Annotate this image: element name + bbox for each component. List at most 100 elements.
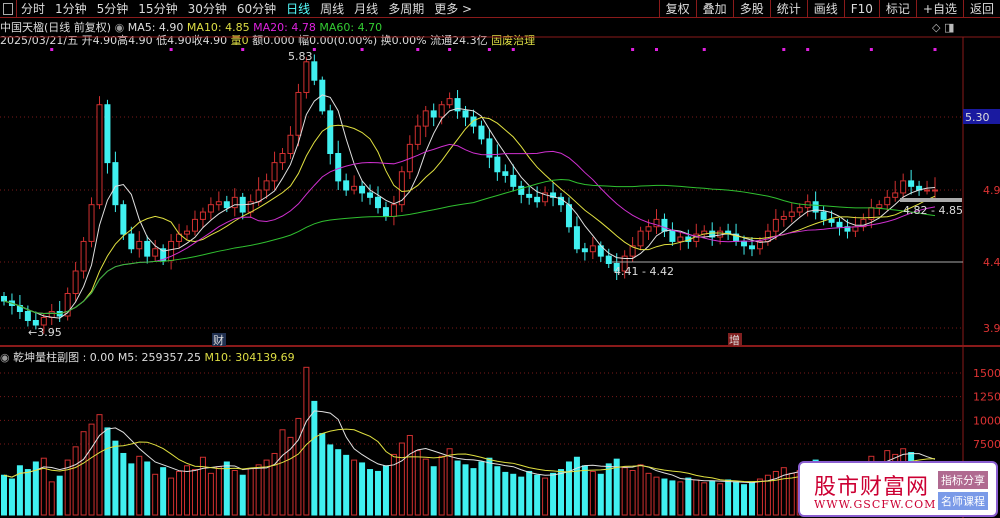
volume-bar	[653, 476, 660, 516]
volume-bar	[120, 452, 127, 516]
volume-bar	[191, 469, 198, 516]
candle-up	[446, 98, 453, 106]
volume-bar	[414, 450, 421, 516]
volume-bar	[526, 470, 533, 516]
event-mark-zeng: 增	[729, 333, 740, 347]
range-low-label: 4.41 - 4.42	[614, 265, 674, 278]
candle-down	[430, 110, 437, 118]
volume-bar	[231, 470, 238, 516]
volume-bar	[56, 475, 63, 516]
signal-dot	[631, 48, 635, 51]
candle-up	[414, 125, 421, 145]
candle-up	[876, 204, 883, 209]
candle-down	[382, 207, 389, 217]
volume-bar	[327, 444, 334, 516]
candle-up	[924, 189, 931, 192]
volume-bar	[550, 472, 557, 516]
vol-ma5-line	[3, 410, 936, 484]
volume-bar	[565, 461, 572, 516]
candle-up	[422, 110, 429, 127]
signal-dot	[806, 48, 810, 51]
signal-dot	[782, 48, 786, 51]
volume-axis-label: 7500	[973, 438, 1000, 451]
volume-bar	[518, 476, 525, 516]
volume-bar	[693, 479, 700, 516]
kline-chart[interactable]: 5.30 4.90 4.41 3.97 15000 12500 10000 7500 5.83 ←…	[0, 0, 1000, 518]
volume-bar	[494, 466, 501, 516]
candle-up	[271, 162, 278, 182]
candle-down	[565, 204, 572, 228]
volume-bar	[438, 455, 445, 516]
signal-dot	[702, 48, 706, 51]
candle-up	[207, 204, 214, 213]
volume-bar	[669, 480, 676, 516]
volume-bar	[80, 431, 87, 516]
watermark-name: 股市财富网	[814, 475, 930, 500]
indicator-name[interactable]: 乾坤量柱副图	[13, 351, 79, 364]
range-current-label: 4.82 - 4.85	[903, 204, 963, 217]
signal-dot	[360, 48, 364, 51]
candle-down	[534, 196, 541, 203]
volume-bar	[398, 442, 405, 516]
volume-bar	[184, 465, 191, 516]
volume-bar	[48, 481, 55, 516]
volume-bar	[1, 474, 7, 516]
candle-up	[263, 180, 270, 191]
candle-up	[199, 211, 206, 220]
volume-bar	[558, 469, 565, 516]
volume-bar	[295, 417, 302, 516]
candle-down	[104, 104, 111, 164]
candle-up	[184, 230, 191, 235]
candle-down	[669, 230, 676, 242]
signal-dot	[654, 48, 658, 51]
volume-bar	[351, 459, 358, 516]
candle-down	[335, 153, 342, 182]
candle-up	[191, 218, 198, 232]
volume-bar	[534, 474, 541, 516]
candle-up	[255, 189, 262, 203]
volume-bar	[160, 467, 167, 516]
candle-down	[1, 296, 7, 302]
volume-bar	[239, 474, 246, 516]
indicator-icon[interactable]: ◉	[0, 351, 10, 364]
candle-up	[287, 134, 294, 154]
signal-dot	[416, 48, 420, 51]
volume-bar	[589, 470, 596, 516]
volume-bar	[406, 434, 413, 516]
candle-down	[748, 245, 755, 250]
volume-axis-label: 10000	[973, 414, 1000, 427]
volume-bar	[454, 460, 461, 516]
signal-dot	[511, 48, 515, 51]
candle-up	[303, 61, 310, 93]
volume-bar	[247, 468, 254, 516]
vol-m5: M5: 259357.25	[117, 351, 201, 364]
volume-bar	[88, 423, 95, 516]
volume-bar	[72, 446, 79, 516]
volume-bar	[542, 477, 549, 516]
candle-up	[152, 248, 159, 257]
candle-down	[573, 226, 580, 250]
candle-down	[741, 240, 748, 247]
volume-bar	[136, 455, 143, 516]
volume-bar	[709, 480, 716, 516]
high-price-label: 5.83	[288, 50, 313, 63]
vol-m10: M10: 304139.69	[204, 351, 295, 364]
price-axis-label: 5.30	[965, 111, 990, 124]
volume-bar	[645, 472, 652, 516]
candle-down	[367, 192, 374, 198]
range-bar	[900, 198, 962, 202]
candle-down	[478, 125, 485, 140]
signal-dot	[933, 48, 937, 51]
candle-down	[374, 196, 381, 209]
volume-bar	[756, 478, 763, 516]
volume-bar	[128, 463, 135, 516]
candle-up	[72, 270, 79, 294]
volume-bar	[96, 414, 103, 516]
candle-down	[128, 233, 135, 250]
candle-down	[908, 180, 915, 187]
volume-bar	[717, 483, 724, 516]
candle-up	[637, 230, 644, 247]
volume-bar	[597, 473, 604, 516]
candle-up	[168, 240, 175, 262]
volume-bar	[199, 456, 206, 516]
